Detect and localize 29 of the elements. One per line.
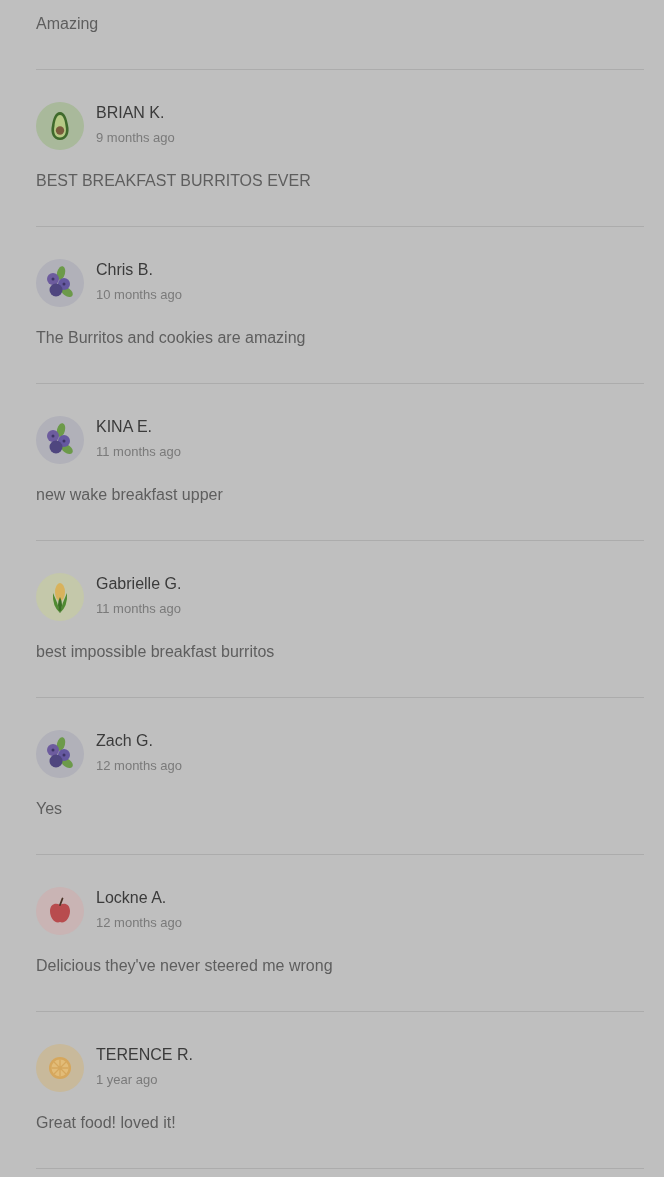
apple-icon bbox=[36, 887, 84, 935]
review-time: 11 months ago bbox=[96, 444, 182, 460]
review-text: The Burritos and cookies are amazing bbox=[36, 328, 306, 348]
review-text: Yes bbox=[36, 799, 63, 819]
review-text: Amazing bbox=[36, 14, 99, 34]
reviewer-name: KINA E. bbox=[96, 417, 153, 437]
citrus-slice-icon bbox=[36, 1044, 84, 1092]
avocado-icon bbox=[36, 102, 84, 150]
review-time: 12 months ago bbox=[96, 915, 182, 931]
blueberries-icon bbox=[36, 730, 84, 778]
reviewer-name: Zach G. bbox=[96, 731, 153, 751]
reviewer-name: Chris B. bbox=[96, 260, 153, 280]
review-time: 10 months ago bbox=[96, 287, 182, 303]
review-text: BEST BREAKFAST BURRITOS EVER bbox=[36, 171, 311, 191]
review-text: Great food! loved it! bbox=[36, 1113, 176, 1133]
review-text: new wake breakfast upper bbox=[36, 485, 223, 505]
reviewer-name: Gabrielle G. bbox=[96, 574, 182, 594]
review-time: 12 months ago bbox=[96, 758, 182, 774]
review-text: Delicious they've never steered me wrong bbox=[36, 956, 333, 976]
review-text: best impossible breakfast burritos bbox=[36, 642, 275, 662]
blueberries-icon bbox=[36, 259, 84, 307]
reviewer-name: BRIAN K. bbox=[96, 103, 165, 123]
reviewer-name: TERENCE R. bbox=[96, 1045, 193, 1065]
review-time: 9 months ago bbox=[96, 130, 175, 146]
corn-icon bbox=[36, 573, 84, 621]
review-time: 1 year ago bbox=[96, 1072, 158, 1088]
blueberries-icon bbox=[36, 416, 84, 464]
reviewer-name: Lockne A. bbox=[96, 888, 167, 908]
review-time: 11 months ago bbox=[96, 601, 182, 617]
